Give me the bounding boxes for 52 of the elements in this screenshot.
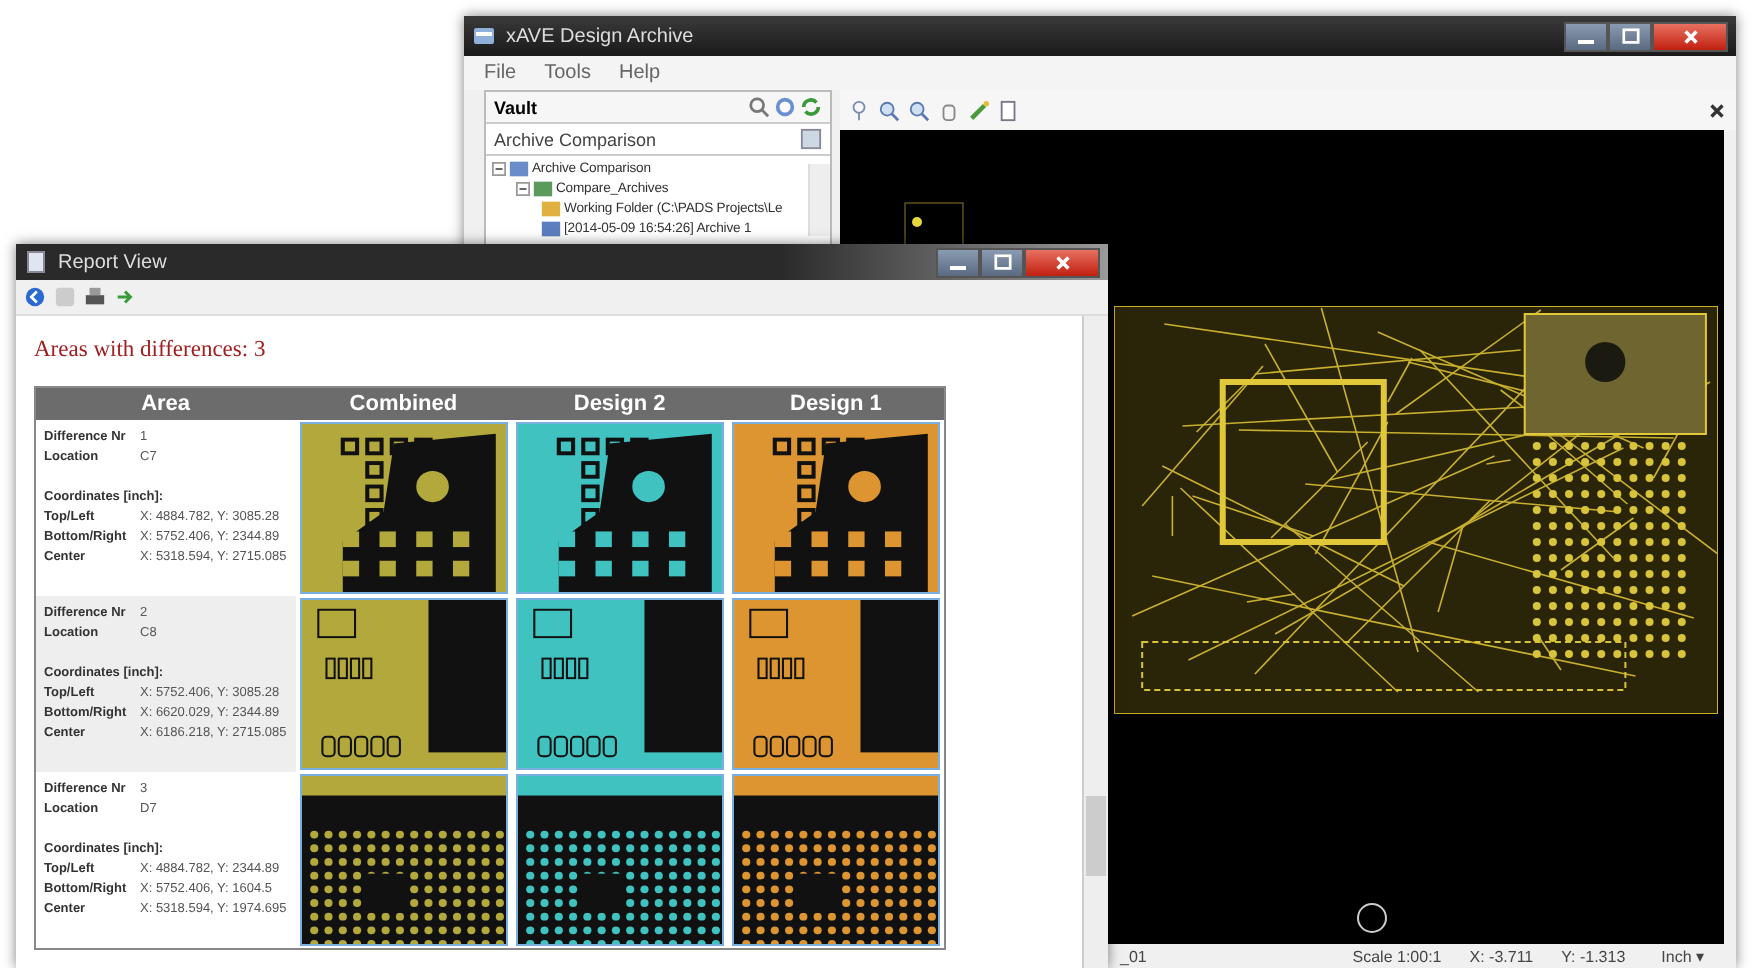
zoom-in-icon[interactable] — [878, 99, 900, 121]
column-header: Design 2 — [511, 387, 728, 420]
window-title: Report View — [58, 251, 169, 273]
menu-item[interactable]: Tools — [544, 62, 591, 84]
archive-icon — [532, 177, 554, 199]
print-icon[interactable] — [84, 286, 106, 308]
scrollbar-thumb[interactable] — [1086, 796, 1106, 876]
archive-icon — [508, 157, 530, 179]
folder-icon — [540, 197, 562, 219]
status-y: Y: -1.313 — [1561, 947, 1626, 965]
panel-title: Vault — [494, 97, 540, 117]
maximize-button[interactable] — [1608, 21, 1652, 51]
column-header: Area — [35, 387, 296, 420]
close-icon[interactable] — [1706, 99, 1728, 121]
document-icon[interactable] — [998, 99, 1020, 121]
window-icon — [24, 250, 48, 274]
close-button[interactable] — [1652, 21, 1728, 51]
status-x: X: -3.711 — [1469, 947, 1534, 965]
collapse-icon[interactable] — [516, 181, 530, 195]
minimize-button[interactable] — [1564, 21, 1608, 51]
status-layer: _01 — [1120, 947, 1147, 965]
export-icon[interactable] — [114, 286, 136, 308]
panel-icon — [800, 128, 822, 150]
close-icon — [1053, 253, 1071, 271]
archive-dropdown[interactable]: Archive Comparison — [486, 124, 830, 156]
column-header: Combined — [295, 387, 512, 420]
close-icon — [1681, 27, 1699, 45]
maximize-button[interactable] — [980, 247, 1024, 277]
report-heading: Areas with differences: 3 — [34, 338, 268, 362]
status-scale: Scale 1:00:1 — [1352, 947, 1442, 965]
window-icon — [472, 24, 496, 48]
refresh-icon[interactable] — [800, 96, 822, 118]
scrollbar[interactable] — [1082, 316, 1108, 968]
minimize-icon — [950, 265, 966, 269]
menu-item[interactable]: Help — [618, 62, 661, 84]
highlight-icon[interactable] — [968, 99, 990, 121]
scrollbar[interactable] — [808, 164, 830, 236]
back-icon[interactable] — [24, 286, 46, 308]
close-button[interactable] — [1024, 247, 1100, 277]
zoom-out-icon[interactable] — [908, 99, 930, 121]
unit-dropdown[interactable]: Inch ▾ — [1653, 947, 1712, 965]
minimize-button[interactable] — [936, 247, 980, 277]
cursor-circle-icon — [1356, 902, 1388, 934]
window-title: xAVE Design Archive — [506, 25, 696, 47]
column-header: Design 1 — [727, 387, 945, 420]
maximize-icon — [993, 253, 1011, 271]
archive-icon — [540, 217, 562, 239]
maximize-icon — [1621, 27, 1639, 45]
collapse-icon[interactable] — [492, 161, 506, 175]
menu-item[interactable]: File — [484, 62, 517, 84]
minimize-icon — [1578, 39, 1594, 43]
search-icon[interactable] — [748, 96, 770, 118]
